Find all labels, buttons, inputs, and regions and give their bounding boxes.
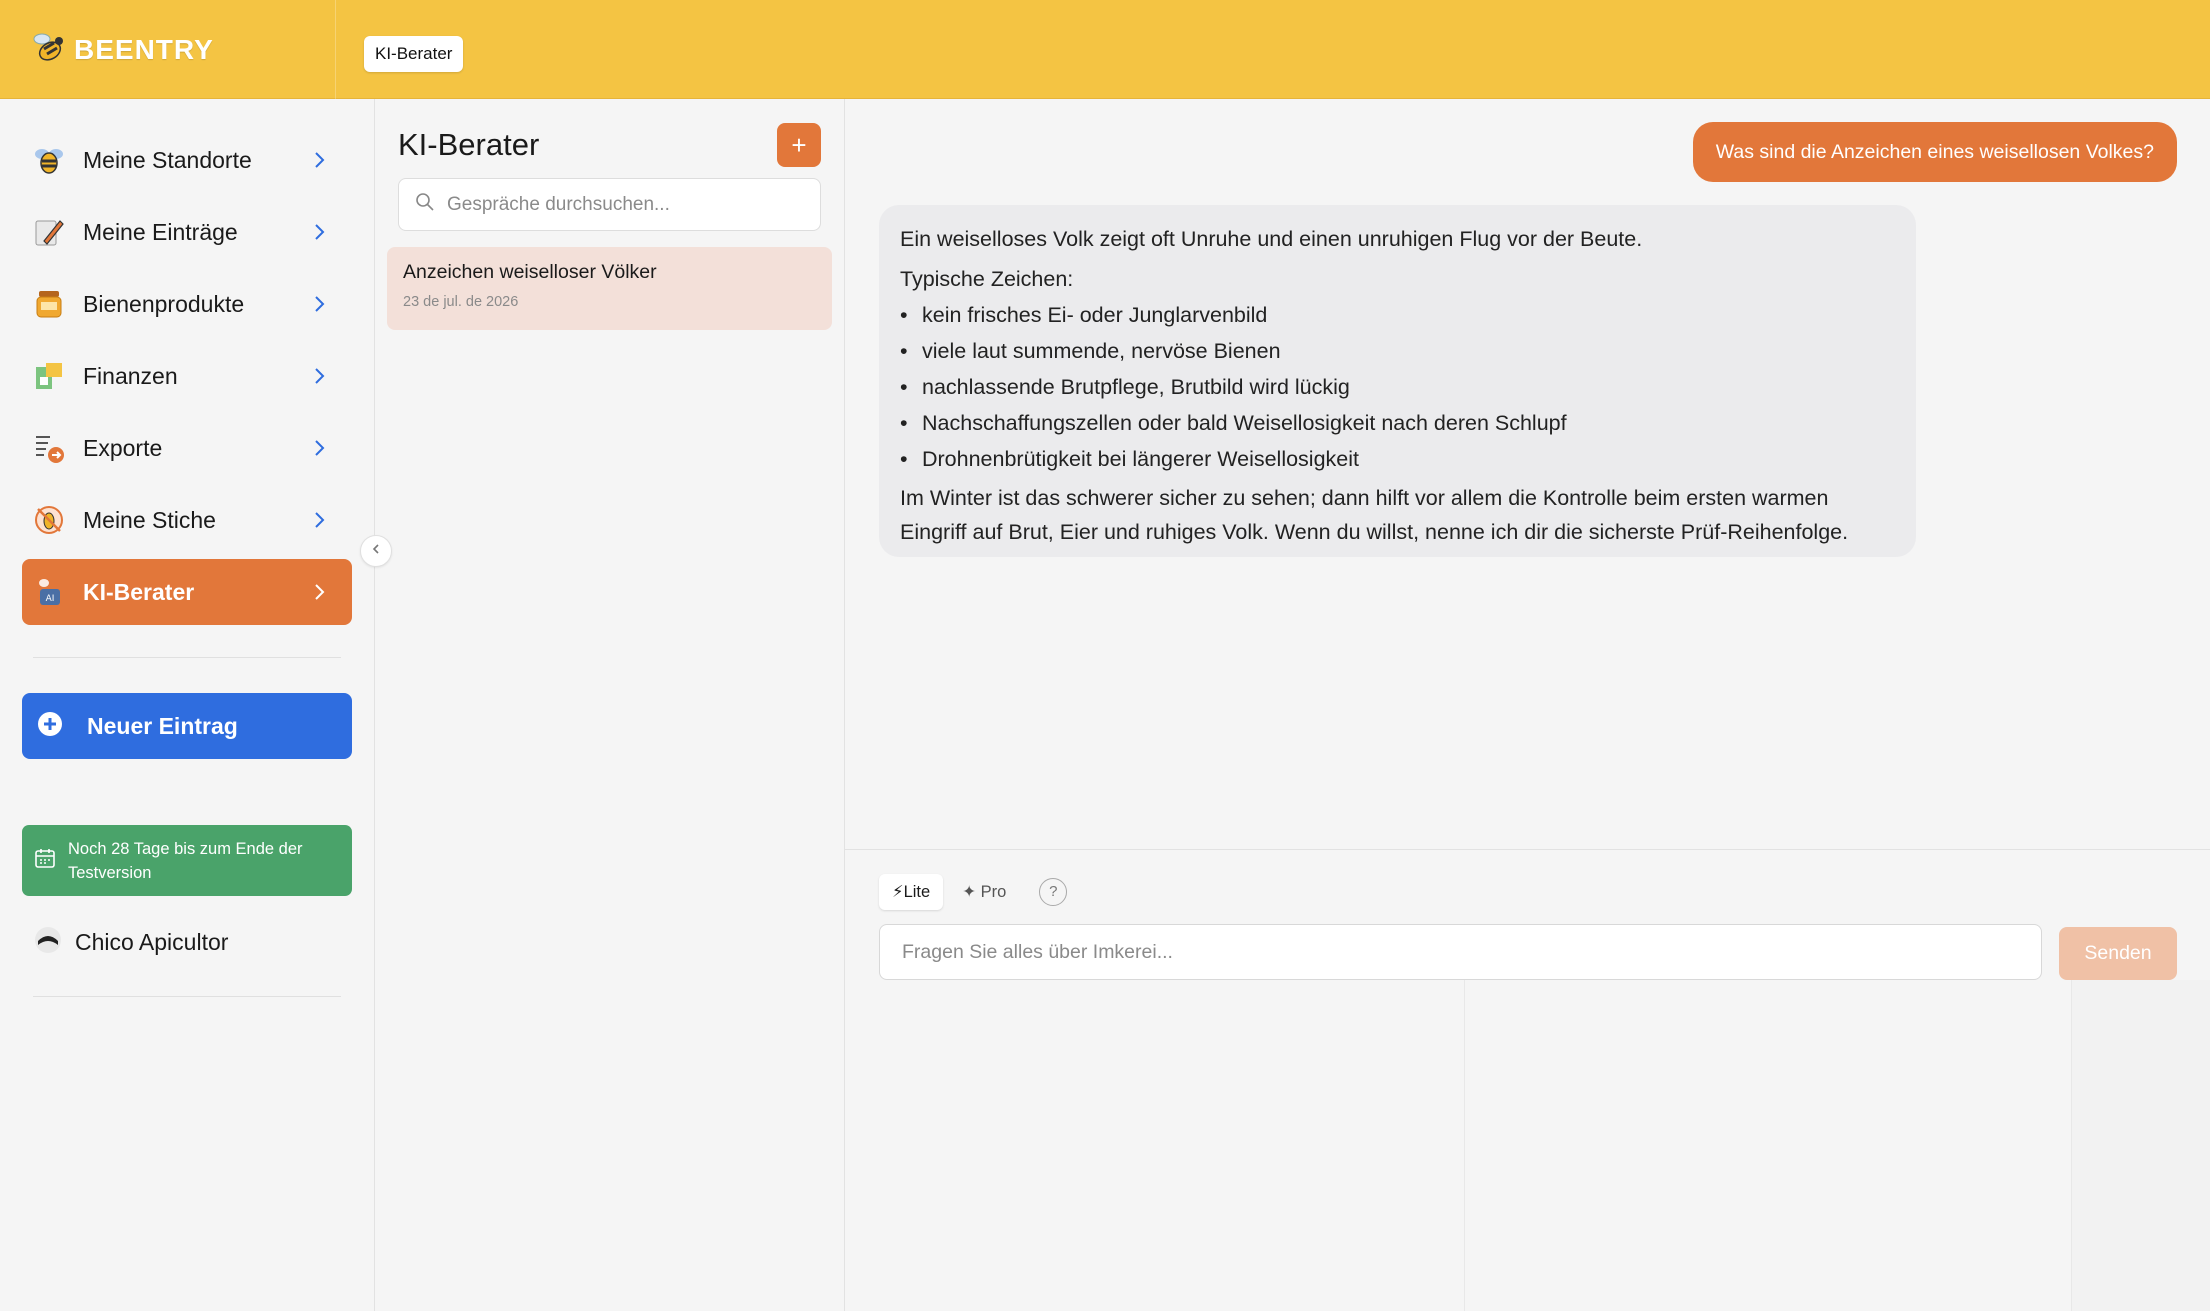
svg-text:AI: AI	[46, 594, 55, 604]
conversation-search-input[interactable]	[447, 193, 807, 216]
sidebar-item-ki-berater[interactable]: AI KI-Berater	[22, 559, 352, 625]
mode-lite-button[interactable]: ⚡Lite	[879, 874, 944, 910]
ai-bullet: • Nachschaffungszellen oder bald Weisello…	[900, 405, 1895, 441]
trial-text: Noch 28 Tage bis zum Ende der Testversio…	[68, 839, 303, 882]
top-bar: BEENTRY KI-Berater	[0, 0, 2210, 99]
mode-pro-button[interactable]: ✦ Pro	[949, 874, 1019, 910]
bee-location-icon	[32, 143, 66, 177]
user-profile[interactable]: Chico Apicultor	[33, 922, 228, 962]
background-column	[2072, 980, 2210, 1311]
sidebar-item-label: KI-Berater	[83, 578, 195, 605]
sidebar-item-finanzen[interactable]: Finanzen	[22, 343, 352, 409]
conversation-title: Anzeichen weiselloser Völker	[403, 261, 657, 283]
ai-advisor-icon: AI	[32, 575, 66, 609]
logo-text: BEENTRY	[74, 34, 214, 65]
trial-banner[interactable]: Noch 28 Tage bis zum Ende der Testversio…	[22, 825, 352, 896]
pen-entries-icon	[32, 215, 66, 249]
sidebar-item-label: Meine Stiche	[83, 506, 216, 533]
honey-jar-icon	[32, 287, 66, 321]
ai-bullet-text: Nachschaffungszellen oder bald Weisellos…	[922, 411, 1567, 435]
sidebar-item-label: Finanzen	[83, 362, 178, 389]
sidebar-item-eintraege[interactable]: Meine Einträge	[22, 199, 352, 265]
avatar	[33, 925, 63, 960]
ai-bullet: • Drohnenbrütigkeit bei längerer Weisello…	[900, 441, 1895, 477]
ai-bullet-text: nachlassende Brutpflege, Brutbild wird l…	[922, 375, 1350, 399]
ai-message-subhead: Typische Zeichen:	[900, 267, 1074, 291]
chevron-right-icon	[308, 293, 330, 315]
top-separator	[335, 0, 336, 99]
sidebar: Meine Standorte Meine Einträge Bienenpro…	[0, 99, 375, 1311]
chevron-right-icon	[308, 437, 330, 459]
conversation-search[interactable]	[398, 178, 821, 231]
ai-bullet: • kein frisches Ei- oder Junglarvenbild	[900, 297, 1895, 333]
sidebar-item-label: Exporte	[83, 434, 163, 461]
conversation-panel-title: KI-Berater	[398, 127, 540, 162]
composer: ⚡Lite ✦ Pro ? Senden	[845, 849, 2210, 1311]
sidebar-item-stiche[interactable]: Meine Stiche	[22, 487, 352, 553]
divider-line	[1464, 980, 1465, 1311]
send-button[interactable]: Senden	[2059, 927, 2177, 980]
chevron-left-icon	[369, 542, 383, 561]
sidebar-item-exporte[interactable]: Exporte	[22, 415, 352, 481]
chat-area: Was sind die Anzeichen eines weisellosen…	[845, 99, 2210, 849]
chevron-right-icon	[308, 365, 330, 387]
sidebar-divider	[33, 996, 341, 997]
new-entry-label: Neuer Eintrag	[87, 712, 238, 739]
plus-circle-icon	[37, 711, 63, 742]
divider-line	[2071, 980, 2072, 1311]
ai-bullet-text: Drohnenbrütigkeit bei längerer Weisellos…	[922, 447, 1360, 471]
tab-ki-berater[interactable]: KI-Berater	[364, 36, 464, 72]
ai-bullet: • viele laut summende, nervöse Bienen	[900, 333, 1895, 369]
sidebar-item-bienenprodukte[interactable]: Bienenprodukte	[22, 271, 352, 337]
ai-bullet-text: viele laut summende, nervöse Bienen	[922, 339, 1281, 363]
ai-bullet-text: kein frisches Ei- oder Junglarvenbild	[922, 303, 1268, 327]
sidebar-item-label: Meine Standorte	[83, 146, 252, 173]
user-name: Chico Apicultor	[75, 928, 229, 955]
new-conversation-button[interactable]: +	[777, 123, 821, 167]
chevron-right-icon	[308, 221, 330, 243]
message-input[interactable]	[879, 924, 2042, 980]
conversation-panel: KI-Berater + Anzeichen weiselloser Völke…	[375, 99, 845, 1311]
app-logo[interactable]: BEENTRY	[30, 28, 214, 72]
search-icon	[415, 192, 435, 217]
help-icon[interactable]: ?	[1039, 878, 1068, 906]
export-icon	[32, 431, 66, 465]
finance-icon	[32, 359, 66, 393]
sting-icon	[32, 503, 66, 537]
ai-message-bubble: Ein weiselloses Volk zeigt oft Unruhe un…	[879, 205, 1916, 557]
conversation-date: 23 de jul. de 2026	[403, 294, 519, 310]
bee-logo-icon	[30, 29, 68, 72]
chevron-right-icon	[308, 509, 330, 531]
ai-bullet: • nachlassende Brutpflege, Brutbild wird …	[900, 369, 1895, 405]
sidebar-item-standorte[interactable]: Meine Standorte	[22, 127, 352, 193]
user-message-bubble: Was sind die Anzeichen eines weisellosen…	[1692, 122, 2177, 182]
model-mode-switch: ⚡Lite ✦ Pro ?	[879, 874, 1068, 910]
collapse-sidebar-button[interactable]	[360, 535, 392, 567]
chevron-right-icon	[308, 149, 330, 171]
sidebar-item-label: Meine Einträge	[83, 218, 238, 245]
ai-message-outro: Im Winter ist das schwerer sicher zu seh…	[900, 486, 1849, 544]
conversation-list-item[interactable]: Anzeichen weiselloser Völker 23 de jul. …	[387, 247, 832, 330]
new-entry-button[interactable]: Neuer Eintrag	[22, 693, 352, 759]
sidebar-divider	[33, 657, 341, 658]
ai-message-intro: Ein weiselloses Volk zeigt oft Unruhe un…	[900, 227, 1643, 251]
sidebar-item-label: Bienenprodukte	[83, 290, 245, 317]
chevron-right-icon	[308, 581, 330, 603]
calendar-icon	[34, 847, 56, 874]
